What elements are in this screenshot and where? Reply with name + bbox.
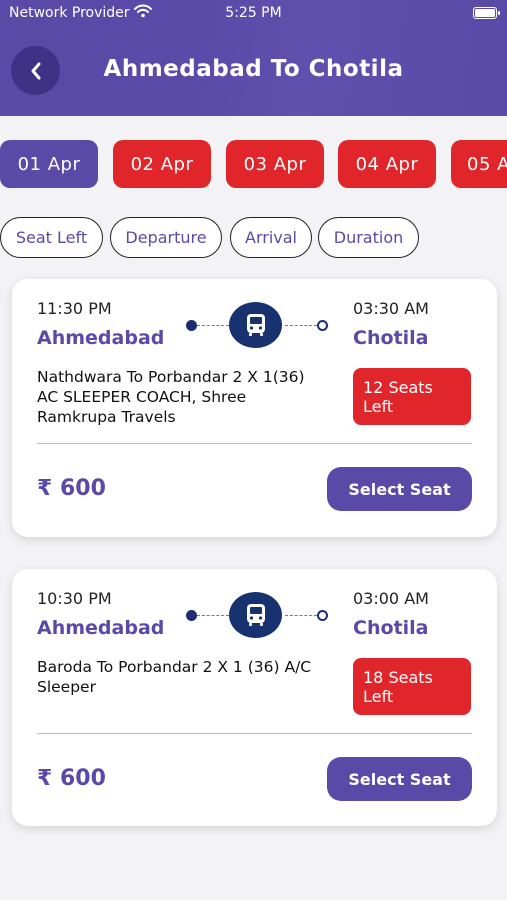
bus-name: Baroda To Porbandar 2 X 1 (36) A/C Sleep… — [37, 658, 312, 696]
origin-dot — [186, 610, 197, 621]
departure-time: 10:30 PM — [37, 589, 112, 608]
bus-card[interactable]: 11:30 PM Ahmedabad 03:30 AM Chotila Nath… — [12, 279, 497, 537]
date-chip-01-apr[interactable]: 01 Apr — [0, 140, 98, 188]
price: ₹ 600 — [37, 476, 106, 501]
app-header: Network Provider 5:25 PM Ahmedabad To Ch… — [0, 0, 507, 116]
departure-city: Ahmedabad — [37, 327, 165, 349]
page-title: Ahmedabad To Chotila — [103, 56, 404, 82]
date-selector: 01 Apr 02 Apr 03 Apr 04 Apr 05 Apr — [0, 140, 507, 188]
departure-city: Ahmedabad — [37, 617, 165, 639]
route-dash — [197, 615, 229, 616]
seats-left-badge: 18 Seats Left — [353, 658, 471, 715]
date-chip-02-apr[interactable]: 02 Apr — [113, 140, 211, 188]
sort-seat-left[interactable]: Seat Left — [0, 217, 103, 258]
route-indicator — [186, 302, 328, 348]
bus-icon — [229, 592, 282, 638]
status-bar: Network Provider 5:25 PM — [0, 0, 507, 28]
destination-dot — [317, 320, 328, 331]
sort-arrival[interactable]: Arrival — [230, 217, 312, 258]
sort-duration[interactable]: Duration — [318, 217, 419, 258]
sort-departure[interactable]: Departure — [110, 217, 222, 258]
arrival-time: 03:00 AM — [353, 589, 429, 608]
origin-dot — [186, 320, 197, 331]
route-dash — [285, 325, 317, 326]
date-chip-04-apr[interactable]: 04 Apr — [338, 140, 436, 188]
arrival-city: Chotila — [353, 327, 429, 349]
status-time: 5:25 PM — [225, 5, 282, 21]
route-dash — [285, 615, 317, 616]
divider — [37, 733, 472, 734]
seats-left-badge: 12 Seats Left — [353, 368, 471, 425]
date-chip-05-apr[interactable]: 05 Apr — [451, 140, 507, 188]
bus-name: Nathdwara To Porbandar 2 X 1(36) AC SLEE… — [37, 368, 305, 426]
destination-dot — [317, 610, 328, 621]
date-chip-03-apr[interactable]: 03 Apr — [226, 140, 324, 188]
battery-icon — [473, 7, 500, 19]
route-dash — [197, 325, 229, 326]
arrival-time: 03:30 AM — [353, 299, 429, 318]
departure-time: 11:30 PM — [37, 299, 112, 318]
bus-card[interactable]: 10:30 PM Ahmedabad 03:00 AM Chotila Baro… — [12, 569, 497, 826]
divider — [37, 443, 472, 444]
price: ₹ 600 — [37, 766, 106, 791]
select-seat-button[interactable]: Select Seat — [327, 467, 472, 511]
bus-icon — [229, 302, 282, 348]
arrival-city: Chotila — [353, 617, 429, 639]
select-seat-button[interactable]: Select Seat — [327, 757, 472, 801]
route-indicator — [186, 592, 328, 638]
